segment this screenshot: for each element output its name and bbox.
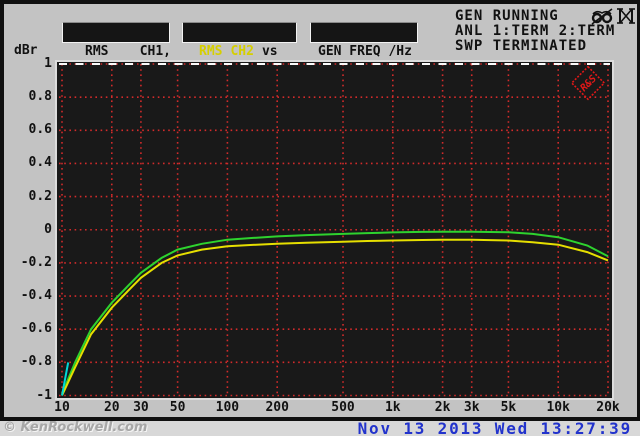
meter-display-ch2 <box>182 22 297 43</box>
frequency-response-plot: R&S <box>57 62 612 398</box>
plot-svg <box>59 63 610 397</box>
meter2-vs-label: vs <box>261 44 278 59</box>
x-tick-label: 20k <box>596 400 620 415</box>
y-tick-label: 0.4 <box>28 155 52 171</box>
header-icons <box>591 7 636 25</box>
y-tick-label: 0.6 <box>28 122 52 138</box>
meter3-label: GEN FREQ /Hz <box>318 44 412 59</box>
status-line-analyzer: ANL 1:TERM 2:TERM <box>455 23 616 39</box>
meter2-channel: CH2 <box>230 44 254 59</box>
x-tick-label: 1k <box>384 400 401 415</box>
x-tick-label: 20 <box>103 400 120 415</box>
trace-rms-ch1 <box>61 230 609 395</box>
y-tick-label: 0 <box>44 221 52 237</box>
x-tick-label: 2k <box>434 400 451 415</box>
x-tick-label: 50 <box>169 400 186 415</box>
x-tick-label: 500 <box>331 400 355 415</box>
rohde-schwarz-logo: R&S <box>570 65 606 101</box>
meter1-quantity: RMS <box>85 44 109 59</box>
y-tick-label: -0.2 <box>20 254 52 270</box>
x-tick-label: 200 <box>265 400 289 415</box>
logo-text: R&S <box>578 73 599 94</box>
y-tick-label: 0.2 <box>28 188 52 204</box>
meter2-quantity: RMS <box>199 44 223 59</box>
meter-display-gen-freq <box>310 22 418 43</box>
meter-label-ch1: RMS CH1, <box>85 44 171 59</box>
watermark: © KenRockwell.com <box>3 420 148 435</box>
x-tick-label: 10 <box>54 400 70 415</box>
y-tick-label: -1 <box>36 387 52 403</box>
monitor-headphones-muted-icon <box>591 8 613 25</box>
y-tick-label: 1 <box>44 56 52 71</box>
meter1-channel: CH1, <box>139 44 171 59</box>
y-tick-label: 0.8 <box>28 89 52 105</box>
meter-label-ch2: RMS CH2 vs <box>199 44 278 59</box>
x-tick-label: 100 <box>215 400 240 415</box>
y-tick-label: -0.4 <box>20 288 52 304</box>
timestamp: Nov 13 2013 Wed 13:27:39 <box>357 419 632 436</box>
x-tick-label: 30 <box>133 400 149 415</box>
speaker-muted-icon <box>617 8 635 24</box>
y-tick-label: -0.6 <box>20 321 52 337</box>
y-tick-label: -0.8 <box>20 354 52 370</box>
x-tick-label: 10k <box>546 400 570 415</box>
x-tick-label: 3k <box>463 400 480 415</box>
status-line-sweep: SWP TERMINATED <box>455 38 588 54</box>
meter-display-ch1 <box>62 22 170 43</box>
x-tick-label: 5k <box>500 400 517 415</box>
meter-label-gen-freq: GEN FREQ /Hz <box>318 44 412 59</box>
